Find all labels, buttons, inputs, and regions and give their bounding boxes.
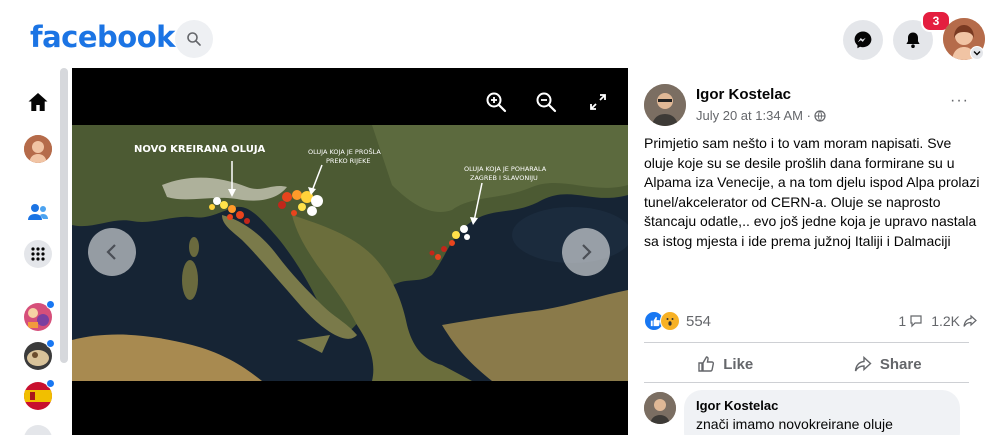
chevron-left-icon bbox=[106, 244, 116, 260]
home-icon bbox=[28, 93, 48, 111]
comment-text: znači imamo novokreirane oluje bbox=[696, 416, 893, 432]
divider bbox=[644, 342, 969, 343]
zoom-in-icon bbox=[486, 92, 507, 113]
share-button[interactable]: Share bbox=[807, 346, 970, 382]
rail-scrollbar[interactable] bbox=[60, 68, 68, 363]
facebook-logo[interactable]: facebook bbox=[30, 20, 175, 54]
shares-count[interactable]: 1.2K bbox=[931, 313, 977, 329]
unread-dot bbox=[46, 379, 55, 388]
share-label: Share bbox=[879, 355, 922, 373]
author-avatar[interactable] bbox=[644, 84, 686, 126]
map-label-rijeka-line1: OLUJA KOJA JE PROŠLA bbox=[308, 147, 381, 156]
comment-author-avatar[interactable] bbox=[644, 392, 676, 424]
globe-icon bbox=[814, 109, 826, 122]
post-actions: Like Share bbox=[644, 346, 969, 382]
messenger-button[interactable] bbox=[843, 20, 883, 60]
comment-icon bbox=[910, 315, 922, 328]
account-menu-button[interactable] bbox=[970, 46, 984, 60]
divider bbox=[644, 382, 969, 383]
thumbs-up-icon bbox=[698, 356, 715, 372]
comments-count-value: 1 bbox=[898, 313, 907, 329]
chevron-right-icon bbox=[582, 244, 592, 260]
zoom-out-button[interactable] bbox=[534, 90, 558, 114]
reactions-count: 554 bbox=[686, 312, 712, 330]
photo-viewer: NOVO KREIRANA OLUJA OLUJA KOJA JE PROŠLA… bbox=[72, 68, 628, 435]
next-photo-button[interactable] bbox=[562, 228, 610, 276]
share-icon bbox=[963, 314, 977, 327]
unread-dot bbox=[46, 300, 55, 309]
post-timestamp[interactable]: July 20 at 1:34 AM · bbox=[696, 108, 811, 123]
bell-icon bbox=[906, 32, 920, 48]
comment-author-name[interactable]: Igor Kostelac bbox=[696, 398, 948, 413]
like-label: Like bbox=[723, 355, 754, 373]
map-label-new-storm: NOVO KREIRANA OLUJA bbox=[134, 144, 266, 155]
rail-item-menu[interactable] bbox=[24, 240, 52, 268]
wow-reaction-icon bbox=[660, 311, 680, 331]
comments-count[interactable]: 1 bbox=[898, 313, 923, 329]
search-button[interactable] bbox=[175, 20, 213, 58]
satellite-storm-map: NOVO KREIRANA OLUJA OLUJA KOJA JE PROŠLA… bbox=[72, 125, 628, 381]
top-navigation-bar: facebook 3 bbox=[0, 0, 985, 68]
chevron-down-icon bbox=[973, 51, 981, 56]
map-label-zagreb-line1: OLUJA KOJA JE POHARALA bbox=[464, 165, 547, 173]
post-meta: July 20 at 1:34 AM · bbox=[696, 108, 826, 123]
fullscreen-button[interactable] bbox=[586, 90, 610, 114]
search-icon bbox=[187, 32, 201, 46]
avatar-image bbox=[644, 84, 686, 126]
avatar-image bbox=[24, 135, 52, 163]
comment-bubble: Igor Kostelac znači imamo novokreirane o… bbox=[684, 390, 960, 435]
grid-menu-icon bbox=[31, 247, 45, 261]
friends-icon bbox=[28, 204, 48, 220]
unread-dot bbox=[46, 339, 55, 348]
map-label-rijeka-line2: PREKO RIJEKE bbox=[326, 157, 370, 165]
messenger-icon bbox=[854, 31, 872, 49]
engagement-counts: 1 1.2K bbox=[898, 313, 977, 329]
post-options-button[interactable]: ··· bbox=[950, 92, 969, 110]
post-text: Primjetio sam nešto i to vam moram napis… bbox=[644, 135, 980, 249]
fullscreen-icon bbox=[590, 94, 606, 110]
zoom-out-icon bbox=[536, 92, 557, 113]
post-details-panel: Igor Kostelac July 20 at 1:34 AM · ··· P… bbox=[628, 68, 985, 435]
previous-photo-button[interactable] bbox=[88, 228, 136, 276]
shares-count-value: 1.2K bbox=[931, 313, 960, 329]
like-button[interactable]: Like bbox=[644, 346, 807, 382]
zoom-in-button[interactable] bbox=[484, 90, 508, 114]
post-author-name[interactable]: Igor Kostelac bbox=[696, 86, 791, 103]
rail-item-home[interactable] bbox=[24, 88, 52, 116]
rail-item-friends[interactable] bbox=[24, 198, 52, 226]
rail-item-profile[interactable] bbox=[24, 135, 52, 163]
avatar-image bbox=[644, 392, 676, 424]
facebook-photo-viewer: facebook 3 NOVO KREIRANA OLUJA OLUJA KOJ… bbox=[0, 0, 985, 435]
reactions-summary[interactable]: 554 bbox=[644, 311, 711, 331]
share-arrow-icon bbox=[854, 355, 872, 372]
map-label-zagreb-line2: ZAGREB I SLAVONIJU bbox=[470, 174, 538, 182]
